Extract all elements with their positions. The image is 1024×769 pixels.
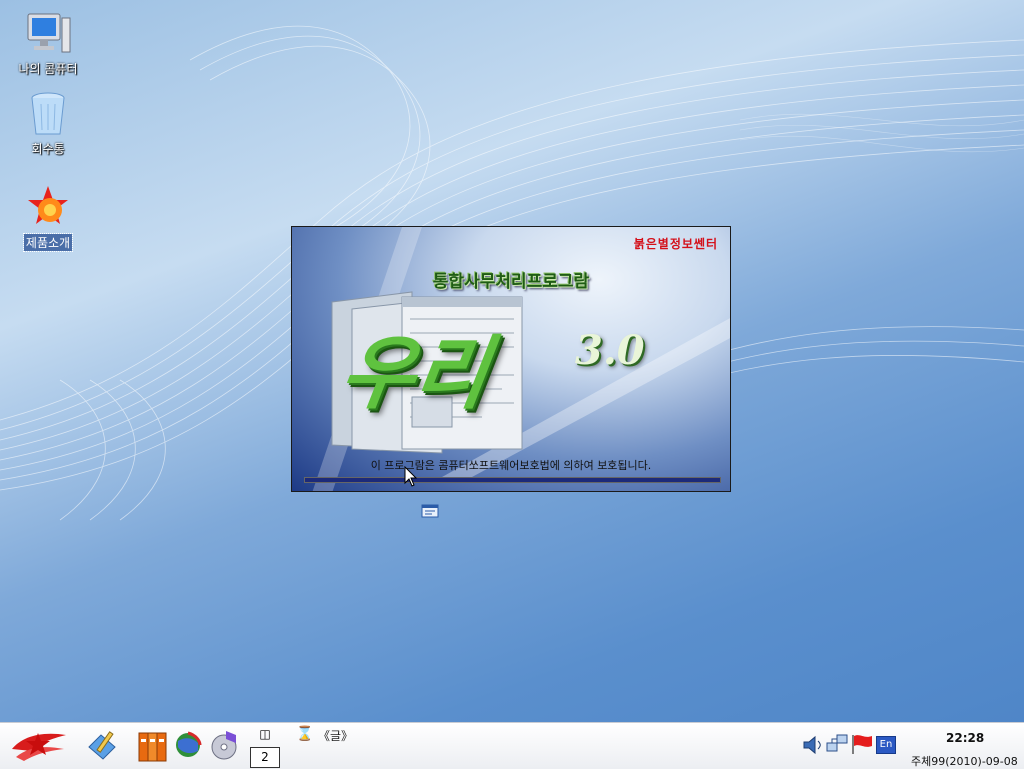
- editor-icon[interactable]: [85, 729, 119, 763]
- splash-progress-bar: [304, 477, 721, 483]
- mouse-cursor-icon: [404, 466, 418, 487]
- computer-icon: [27, 13, 71, 53]
- desktop-icon-my-computer[interactable]: 나의 콤퓨터: [0, 10, 96, 77]
- splash-screen: 붉은별정보쎈터 통합사무처리프로그람 우리 3.0 이 프로그람은 콤퓨터쏘프트…: [291, 226, 731, 492]
- splash-subtitle: 통합사무처리프로그람: [432, 272, 590, 292]
- network-icon[interactable]: [826, 733, 848, 755]
- desktop-icon-label: 회수통: [31, 142, 65, 156]
- minimized-window-icon: [421, 504, 439, 518]
- desktop-icon-label: 제품소개: [22, 233, 74, 252]
- splash-progress-fill: [305, 478, 720, 482]
- pager-toggle[interactable]: ◫: [252, 727, 278, 745]
- splash-logo: 우리: [334, 326, 495, 420]
- product-intro-icon: [28, 186, 68, 224]
- desktop-icon-label: 나의 콤퓨터: [18, 62, 78, 76]
- splash-version: 3.0: [575, 327, 645, 374]
- desktop-icon-recycle-bin[interactable]: 회수통: [0, 90, 96, 157]
- volume-icon[interactable]: [802, 735, 824, 755]
- hourglass-icon: ⌛: [296, 726, 314, 742]
- recycle-bin-icon: [31, 92, 65, 135]
- taskbar: ◫ 2 ⌛ 《글》 En 22:28 주체99(2010)-09-08: [0, 722, 1024, 769]
- desktop[interactable]: 나의 콤퓨터 회수통 제품소개 붉은별정보쎈터 통합사무처리프로그람 우리 3.…: [0, 0, 1024, 722]
- task-button-label[interactable]: 《글》: [318, 727, 353, 744]
- splash-publisher: 붉은별정보쎈터: [633, 237, 718, 251]
- splash-notice: 이 프로그람은 콤퓨터쏘프트웨어보호법에 의하여 보호됩니다.: [370, 459, 652, 472]
- media-icon[interactable]: [210, 729, 240, 761]
- clock-date: 주체99(2010)-09-08: [911, 755, 1018, 768]
- office-suite-icon[interactable]: [137, 729, 169, 763]
- input-method-icon[interactable]: En: [876, 736, 896, 754]
- flag-icon[interactable]: [850, 733, 874, 755]
- clock-time: 22:28: [946, 731, 985, 745]
- workspace-switcher[interactable]: 2: [250, 747, 280, 768]
- red-star-menu-icon[interactable]: [10, 729, 68, 763]
- browser-globe-icon[interactable]: [174, 731, 202, 759]
- desktop-icon-product-intro[interactable]: 제품소개: [0, 184, 96, 252]
